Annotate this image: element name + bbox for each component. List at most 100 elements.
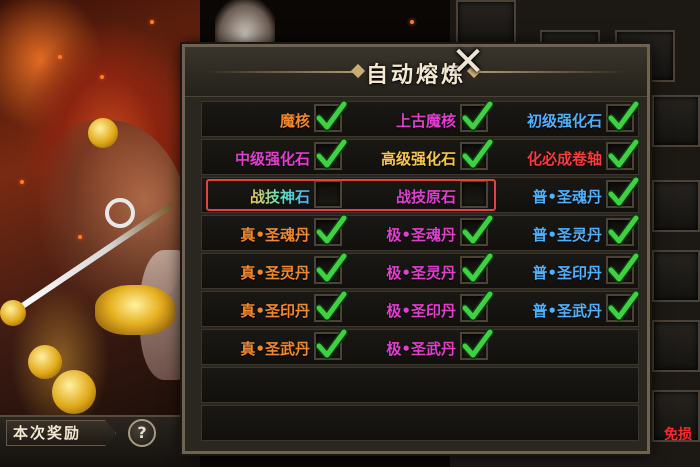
option-cell[interactable]: 真•圣灵丹 — [202, 252, 348, 288]
gold-ingot-icon — [95, 285, 175, 335]
checkmark-icon — [315, 290, 348, 321]
checkmark-icon — [461, 138, 494, 169]
option-checkbox[interactable] — [314, 290, 348, 322]
option-label: 高级强化石 — [380, 150, 456, 168]
header-ornament-line — [475, 71, 625, 73]
option-label: 普•圣魂丹 — [532, 188, 602, 206]
option-row: 真•圣灵丹 极•圣灵丹 普•圣印丹 — [201, 252, 640, 289]
option-row: 真•圣印丹 极•圣印丹 普•圣武丹 — [201, 290, 640, 327]
option-checkbox[interactable] — [314, 214, 348, 246]
gold-coin-icon — [52, 370, 96, 414]
gold-coin-icon — [0, 300, 26, 326]
option-checkbox[interactable] — [606, 290, 640, 322]
loss-protection-text: 免损 — [664, 427, 692, 443]
checkmark-icon — [315, 138, 348, 169]
option-cell[interactable]: 真•圣武丹 — [202, 328, 348, 364]
option-checkbox[interactable] — [606, 176, 640, 208]
checkmark-icon — [461, 328, 494, 359]
option-cell[interactable]: 高级强化石 — [348, 138, 494, 174]
option-checkbox[interactable] — [314, 328, 348, 360]
ember-spark — [58, 55, 62, 59]
checkmark-icon — [461, 100, 494, 131]
option-row: 魔核 上古魔核 初级强化石 — [201, 100, 640, 137]
option-checkbox[interactable] — [314, 252, 348, 284]
ember-spark — [100, 75, 104, 79]
option-cell[interactable]: 魔核 — [202, 100, 348, 136]
option-checkbox[interactable] — [460, 290, 494, 322]
checkmark-icon — [607, 176, 640, 207]
option-checkbox[interactable] — [460, 214, 494, 246]
option-label: 极•圣灵丹 — [386, 264, 456, 282]
option-checkbox[interactable] — [460, 100, 494, 132]
checkmark-icon — [461, 252, 494, 283]
dialog-header: 自动熔炼 — [185, 47, 647, 97]
option-row: 真•圣武丹 极•圣武丹 — [201, 328, 639, 365]
checkmark-icon — [461, 214, 494, 245]
option-row — [201, 405, 639, 441]
help-button[interactable]: ? — [128, 419, 156, 447]
ember-spark — [78, 235, 82, 239]
background-figure — [215, 0, 275, 50]
checkmark-icon — [315, 328, 348, 359]
checkmark-icon — [607, 214, 640, 245]
checkmark-icon — [315, 214, 348, 245]
option-label: 极•圣武丹 — [386, 340, 456, 358]
checkmark-icon — [315, 100, 348, 131]
option-cell[interactable]: 极•圣武丹 — [348, 328, 494, 364]
option-checkbox[interactable] — [460, 138, 494, 170]
option-cell[interactable]: 中级强化石 — [202, 138, 348, 174]
option-label: 上古魔核 — [395, 112, 456, 130]
inventory-slot[interactable] — [652, 95, 700, 147]
option-cell[interactable]: 极•圣魂丹 — [348, 214, 494, 250]
option-cell[interactable]: 上古魔核 — [348, 100, 494, 136]
option-cell[interactable]: 化必成卷轴 — [494, 138, 640, 174]
selection-highlight-box — [206, 179, 496, 211]
ember-spark — [410, 20, 414, 24]
option-checkbox[interactable] — [606, 138, 640, 170]
option-checkbox[interactable] — [606, 214, 640, 246]
option-label: 真•圣印丹 — [240, 302, 310, 320]
ember-spark — [150, 20, 154, 24]
close-x-icon[interactable]: ✕ — [448, 42, 488, 84]
inventory-slot[interactable] — [652, 180, 700, 232]
checkmark-icon — [315, 252, 348, 283]
checkmark-icon — [461, 290, 494, 321]
smelt-options-list: 魔核 上古魔核 初级强化石 中级强化石 高级强化石 化必成卷轴 战技神石 战技原石 普•圣魂丹真… — [201, 100, 640, 443]
option-checkbox[interactable] — [314, 138, 348, 170]
option-checkbox[interactable] — [606, 252, 640, 284]
checkmark-icon — [607, 252, 640, 283]
checkmark-icon — [607, 290, 640, 321]
option-label: 真•圣魂丹 — [240, 226, 310, 244]
option-row: 真•圣魂丹 极•圣魂丹 普•圣灵丹 — [201, 214, 640, 251]
option-label: 极•圣印丹 — [386, 302, 456, 320]
option-cell[interactable]: 普•圣魂丹 — [494, 176, 640, 212]
option-cell[interactable]: 真•圣魂丹 — [202, 214, 348, 250]
option-checkbox[interactable] — [606, 100, 640, 132]
option-label: 魔核 — [279, 112, 310, 130]
option-row: 中级强化石 高级强化石 化必成卷轴 — [201, 138, 640, 175]
option-label: 极•圣魂丹 — [386, 226, 456, 244]
option-label: 普•圣印丹 — [532, 264, 602, 282]
option-checkbox[interactable] — [460, 328, 494, 360]
option-cell[interactable]: 普•圣印丹 — [494, 252, 640, 288]
option-cell[interactable]: 极•圣印丹 — [348, 290, 494, 326]
option-label: 中级强化石 — [234, 150, 310, 168]
option-cell[interactable]: 普•圣灵丹 — [494, 214, 640, 250]
reward-label: 本次奖励 — [6, 420, 116, 446]
option-cell[interactable]: 普•圣武丹 — [494, 290, 640, 326]
option-cell[interactable]: 极•圣灵丹 — [348, 252, 494, 288]
option-label: 化必成卷轴 — [526, 150, 602, 168]
option-label: 初级强化石 — [526, 112, 602, 130]
option-label: 真•圣灵丹 — [240, 264, 310, 282]
option-cell[interactable]: 真•圣印丹 — [202, 290, 348, 326]
option-label: 普•圣灵丹 — [532, 226, 602, 244]
option-cell[interactable]: 初级强化石 — [494, 100, 640, 136]
inventory-slot[interactable] — [652, 250, 700, 302]
gold-coin-icon — [28, 345, 62, 379]
option-label: 普•圣武丹 — [532, 302, 602, 320]
ember-spark — [20, 180, 24, 184]
option-checkbox[interactable] — [460, 252, 494, 284]
option-checkbox[interactable] — [314, 100, 348, 132]
inventory-slot[interactable] — [652, 320, 700, 372]
option-label: 真•圣武丹 — [240, 340, 310, 358]
